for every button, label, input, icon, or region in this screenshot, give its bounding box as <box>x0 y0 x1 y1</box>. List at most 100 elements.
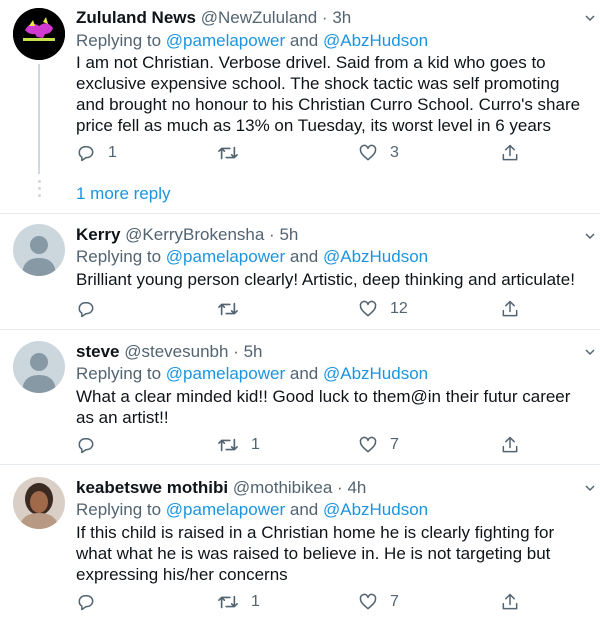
mention-link[interactable]: @pamelapower <box>166 500 285 519</box>
zululand-logo <box>13 8 65 60</box>
display-name[interactable]: Kerry <box>76 225 120 244</box>
replying-and: and <box>289 364 319 383</box>
separator-dot: · <box>337 478 343 497</box>
mention-link[interactable]: @pamelapower <box>166 364 285 383</box>
retweet-count: 1 <box>251 593 260 610</box>
share-icon <box>502 300 518 317</box>
replying-and: and <box>289 247 319 266</box>
retweet-button[interactable] <box>217 142 251 164</box>
timestamp[interactable]: 4h <box>347 478 366 497</box>
mention-link[interactable]: @AbzHudson <box>323 31 428 50</box>
replying-prefix: Replying to <box>76 500 162 519</box>
default-avatar-icon <box>13 341 65 393</box>
like-count: 7 <box>390 593 399 610</box>
replying-prefix: Replying to <box>76 31 162 50</box>
default-avatar-icon <box>13 224 65 276</box>
retweet-icon <box>218 438 238 452</box>
user-handle[interactable]: @KerryBrokensha <box>125 225 264 244</box>
reply-button[interactable]: 1 <box>76 142 117 164</box>
like-icon <box>359 300 377 317</box>
share-icon <box>502 593 518 610</box>
retweet-button[interactable]: 1 <box>217 434 260 456</box>
tweet-text: What a clear minded kid!! Good luck to t… <box>76 387 571 427</box>
display-name[interactable]: steve <box>76 342 119 361</box>
share-button[interactable] <box>500 142 520 164</box>
user-handle[interactable]: @mothibikea <box>233 478 332 497</box>
thread-line <box>38 64 40 174</box>
like-button[interactable]: 3 <box>358 142 399 164</box>
chevron-down-icon[interactable] <box>584 346 596 358</box>
reply-icon <box>78 146 94 162</box>
display-name[interactable]: Zululand News <box>76 8 196 27</box>
share-button[interactable] <box>500 434 520 456</box>
retweet-icon <box>218 146 238 160</box>
share-button[interactable] <box>500 298 520 320</box>
mention-link[interactable]: @AbzHudson <box>323 500 428 519</box>
timestamp[interactable]: 5h <box>279 225 298 244</box>
replying-to: Replying to @pamelapower and @AbzHudson <box>76 364 428 384</box>
separator-dot: · <box>269 225 275 244</box>
share-icon <box>502 436 518 453</box>
separator-dot: · <box>233 342 239 361</box>
avatar[interactable] <box>13 224 65 276</box>
retweet-icon <box>218 302 238 316</box>
reply-icon <box>78 595 94 611</box>
tweet-zululand-news: Zululand News @NewZululand · 3h Replying… <box>0 0 600 212</box>
mention-link[interactable]: @pamelapower <box>166 247 285 266</box>
like-count: 7 <box>390 436 399 453</box>
like-button[interactable]: 7 <box>358 434 399 456</box>
tweet-text: If this child is raised in a Christian h… <box>76 523 555 584</box>
avatar[interactable] <box>13 341 65 393</box>
mention-link[interactable]: @AbzHudson <box>323 364 428 383</box>
like-count: 3 <box>390 144 399 161</box>
avatar[interactable] <box>13 477 65 529</box>
tweet-header: keabetswe mothibi @mothibikea · 4h <box>76 478 366 498</box>
like-icon <box>359 436 377 453</box>
replying-and: and <box>289 31 319 50</box>
reply-count: 1 <box>108 144 117 161</box>
separator-dot: · <box>321 8 328 27</box>
avatar[interactable] <box>13 8 65 60</box>
reply-button[interactable] <box>76 434 108 456</box>
reply-icon <box>78 302 94 318</box>
thread-dots <box>36 180 42 201</box>
retweet-button[interactable] <box>217 298 251 320</box>
like-button[interactable]: 7 <box>358 591 399 613</box>
tweet-header: steve @stevesunbh · 5h <box>76 342 263 362</box>
like-count: 12 <box>390 300 408 317</box>
tweet-kerry: Kerry @KerryBrokensha · 5h Replying to @… <box>0 214 600 329</box>
replying-to: Replying to @pamelapower and @AbzHudson <box>76 31 428 51</box>
tweet-keabetswe-mothibi: keabetswe mothibi @mothibikea · 4h Reply… <box>0 465 600 622</box>
share-icon <box>502 144 518 161</box>
tweet-text: Brilliant young person clearly! Artistic… <box>76 270 575 289</box>
retweet-icon <box>218 595 238 609</box>
mention-link[interactable]: @AbzHudson <box>323 247 428 266</box>
timestamp[interactable]: 3h <box>332 8 351 27</box>
reply-icon <box>78 438 94 454</box>
timestamp[interactable]: 5h <box>244 342 263 361</box>
replying-prefix: Replying to <box>76 364 162 383</box>
chevron-down-icon[interactable] <box>584 230 596 242</box>
retweet-button[interactable]: 1 <box>217 591 260 613</box>
reply-button[interactable] <box>76 298 108 320</box>
replying-to: Replying to @pamelapower and @AbzHudson <box>76 500 428 520</box>
tweet-text: I am not Christian. Verbose drivel. Said… <box>76 53 581 135</box>
tweet-header: Kerry @KerryBrokensha · 5h <box>76 225 298 245</box>
share-button[interactable] <box>500 591 520 613</box>
reply-button[interactable] <box>76 591 108 613</box>
chevron-down-icon[interactable] <box>584 482 596 494</box>
more-replies-link[interactable]: 1 more reply <box>76 184 170 204</box>
replying-and: and <box>289 500 319 519</box>
user-handle[interactable]: @stevesunbh <box>124 342 228 361</box>
tweet-header: Zululand News @NewZululand · 3h <box>76 8 351 28</box>
mention-link[interactable]: @pamelapower <box>166 31 285 50</box>
replying-to: Replying to @pamelapower and @AbzHudson <box>76 247 428 267</box>
user-handle[interactable]: @NewZululand <box>201 8 317 27</box>
display-name[interactable]: keabetswe mothibi <box>76 478 228 497</box>
like-button[interactable]: 12 <box>358 298 408 320</box>
like-icon <box>359 144 377 161</box>
tweet-steve: steve @stevesunbh · 5h Replying to @pame… <box>0 330 600 464</box>
like-icon <box>359 593 377 610</box>
replying-prefix: Replying to <box>76 247 162 266</box>
chevron-down-icon[interactable] <box>584 12 596 24</box>
